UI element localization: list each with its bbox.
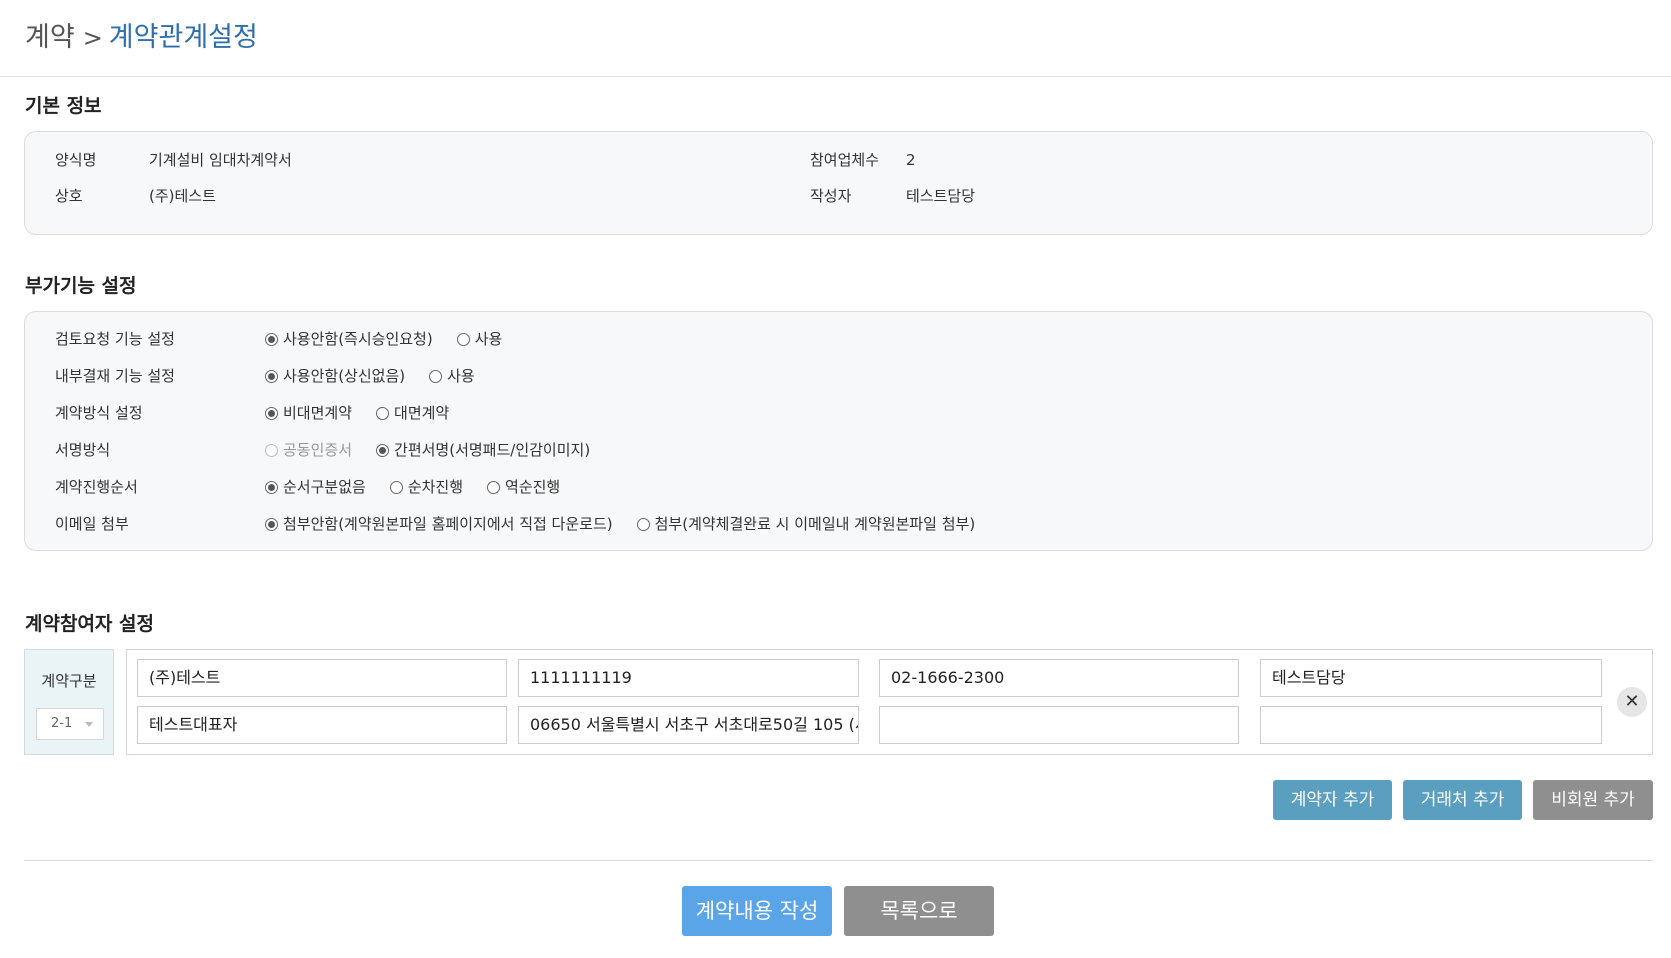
contract-method-choices: 비대면계약 대면계약 bbox=[265, 402, 473, 424]
author-value: 테스트담당 bbox=[906, 187, 976, 205]
progress-order-choices: 순서구분없음 순차진행 역순진행 bbox=[265, 476, 584, 498]
radio-unchecked-icon bbox=[389, 480, 403, 494]
option-progress-order: 계약진행순서 순서구분없음 순차진행 역순진행 bbox=[55, 476, 1615, 498]
option-review-request: 검토요청 기능 설정 사용안함(즉시승인요청) 사용 bbox=[55, 328, 1615, 350]
company-label: 상호 bbox=[55, 187, 83, 205]
internal-approval-choices: 사용안함(상신없음) 사용 bbox=[265, 365, 499, 387]
radio-checked-icon bbox=[265, 517, 278, 531]
radio-unchecked-icon bbox=[429, 369, 443, 383]
radio-joint-certificate[interactable]: 공동인증서 bbox=[265, 439, 352, 461]
radio-disabled-icon bbox=[265, 443, 278, 457]
participants-title: 계약참여자 설정 bbox=[25, 613, 154, 635]
author-label: 작성자 bbox=[810, 187, 852, 205]
internal-approval-label: 내부결재 기능 설정 bbox=[55, 367, 175, 385]
radio-unchecked-icon bbox=[376, 406, 390, 420]
close-icon: ✕ bbox=[1624, 691, 1640, 712]
participant-count-label: 참여업체수 bbox=[810, 151, 880, 169]
back-to-list-button[interactable]: 목록으로 bbox=[844, 886, 994, 936]
radio-checked-icon bbox=[265, 480, 278, 494]
add-partner-button[interactable]: 거래처 추가 bbox=[1403, 780, 1522, 820]
option-internal-approval: 내부결재 기능 설정 사용안함(상신없음) 사용 bbox=[55, 365, 1615, 387]
radio-unchecked-icon bbox=[636, 517, 650, 531]
manager-field[interactable]: 테스트담당 bbox=[1260, 659, 1602, 697]
contract-type-label: 계약구분 bbox=[41, 672, 97, 690]
extra-field-2[interactable] bbox=[1260, 706, 1602, 744]
radio-approval-use[interactable]: 사용 bbox=[429, 365, 475, 387]
review-request-label: 검토요청 기능 설정 bbox=[55, 330, 175, 348]
section-divider bbox=[24, 860, 1653, 861]
signature-method-choices: 공동인증서 간편서명(서명패드/인감이미지) bbox=[265, 439, 614, 461]
radio-unchecked-icon bbox=[456, 332, 470, 346]
participant-fields: (주)테스트 1111111119 02-1666-2300 테스트담당 테스트… bbox=[126, 649, 1653, 755]
write-contract-button[interactable]: 계약내용 작성 bbox=[682, 886, 832, 936]
business-number-field[interactable]: 1111111119 bbox=[518, 659, 859, 697]
company-value: (주)테스트 bbox=[149, 187, 216, 205]
address-field[interactable]: 06650 서울특별시 서초구 서초대로50길 105 (서초 bbox=[518, 706, 859, 744]
signature-method-label: 서명방식 bbox=[55, 441, 111, 459]
contract-type-cell: 계약구분 2-1 bbox=[24, 649, 114, 755]
option-signature-method: 서명방식 공동인증서 간편서명(서명패드/인감이미지) bbox=[55, 439, 1615, 461]
radio-reverse[interactable]: 역순진행 bbox=[487, 476, 560, 498]
radio-sequential[interactable]: 순차진행 bbox=[389, 476, 463, 498]
radio-checked-icon bbox=[265, 369, 278, 383]
add-contractor-button[interactable]: 계약자 추가 bbox=[1273, 780, 1392, 820]
add-nonmember-button[interactable]: 비회원 추가 bbox=[1533, 780, 1653, 820]
contract-type-select[interactable]: 2-1 bbox=[36, 708, 104, 740]
company-name-field[interactable]: (주)테스트 bbox=[137, 659, 507, 697]
breadcrumb-parent[interactable]: 계약 bbox=[25, 20, 75, 56]
chevron-down-icon bbox=[85, 722, 93, 727]
radio-review-use[interactable]: 사용 bbox=[456, 328, 502, 350]
basic-info-title: 기본 정보 bbox=[25, 95, 102, 117]
radio-no-attach[interactable]: 첨부안함(계약원본파일 홈페이지에서 직접 다운로드) bbox=[265, 513, 613, 535]
option-email-attach: 이메일 첨부 첨부안함(계약원본파일 홈페이지에서 직접 다운로드) 첨부(계약… bbox=[55, 513, 1615, 535]
radio-attach[interactable]: 첨부(계약체결완료 시 이메일내 계약원본파일 첨부) bbox=[636, 513, 975, 535]
extra-field-1[interactable] bbox=[879, 706, 1239, 744]
participant-count-value: 2 bbox=[906, 151, 916, 169]
option-contract-method: 계약방식 설정 비대면계약 대면계약 bbox=[55, 402, 1615, 424]
breadcrumb-separator: > bbox=[82, 24, 103, 52]
progress-order-label: 계약진행순서 bbox=[55, 478, 138, 496]
options-panel: 검토요청 기능 설정 사용안함(즉시승인요청) 사용 내부결재 기능 설정 사용… bbox=[24, 311, 1653, 551]
radio-face-to-face[interactable]: 대면계약 bbox=[376, 402, 449, 424]
email-attach-choices: 첨부안함(계약원본파일 홈페이지에서 직접 다운로드) 첨부(계약체결완료 시 … bbox=[265, 513, 999, 535]
contract-type-value: 2-1 bbox=[51, 716, 73, 731]
representative-field[interactable]: 테스트대표자 bbox=[137, 706, 507, 744]
options-title: 부가기능 설정 bbox=[25, 275, 137, 297]
radio-checked-icon bbox=[376, 443, 390, 457]
phone-field[interactable]: 02-1666-2300 bbox=[879, 659, 1239, 697]
radio-review-none[interactable]: 사용안함(즉시승인요청) bbox=[265, 328, 433, 350]
breadcrumb: 계약 > 계약관계설정 bbox=[25, 20, 1671, 56]
radio-checked-icon bbox=[265, 332, 278, 346]
radio-no-order[interactable]: 순서구분없음 bbox=[265, 476, 366, 498]
radio-checked-icon bbox=[265, 406, 278, 420]
breadcrumb-current: 계약관계설정 bbox=[108, 22, 258, 53]
page-header: 계약 > 계약관계설정 bbox=[0, 0, 1671, 77]
form-name-label: 양식명 bbox=[55, 151, 97, 169]
email-attach-label: 이메일 첨부 bbox=[55, 515, 129, 533]
form-name-value: 기계설비 임대차계약서 bbox=[149, 151, 292, 169]
contract-method-label: 계약방식 설정 bbox=[55, 404, 143, 422]
review-request-choices: 사용안함(즉시승인요청) 사용 bbox=[265, 328, 526, 350]
basic-info-panel: 양식명 기계설비 임대차계약서 상호 (주)테스트 참여업체수 2 작성자 테스… bbox=[24, 131, 1653, 235]
radio-simple-signature[interactable]: 간편서명(서명패드/인감이미지) bbox=[376, 439, 590, 461]
radio-approval-none[interactable]: 사용안함(상신없음) bbox=[265, 365, 405, 387]
radio-unchecked-icon bbox=[487, 480, 501, 494]
remove-participant-button[interactable]: ✕ bbox=[1617, 687, 1647, 717]
radio-non-face-to-face[interactable]: 비대면계약 bbox=[265, 402, 352, 424]
